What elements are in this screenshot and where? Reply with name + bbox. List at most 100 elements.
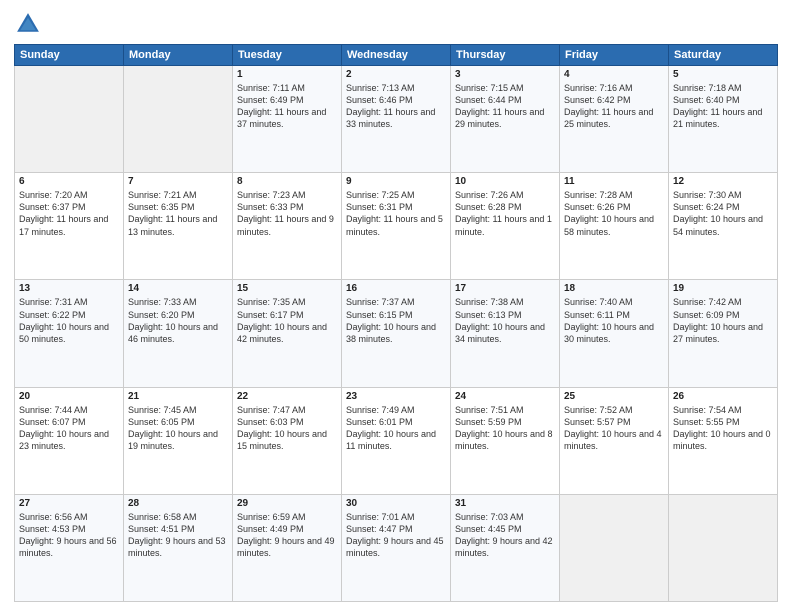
calendar-cell: 20 Sunrise: 7:44 AM Sunset: 6:07 PM Dayli… [15, 387, 124, 494]
day-number: 23 [346, 391, 446, 402]
cell-info: Sunrise: 7:44 AM Sunset: 6:07 PM Dayligh… [19, 404, 119, 453]
day-number: 12 [673, 176, 773, 187]
day-number: 20 [19, 391, 119, 402]
calendar-cell: 25 Sunrise: 7:52 AM Sunset: 5:57 PM Dayli… [560, 387, 669, 494]
calendar-week-row: 20 Sunrise: 7:44 AM Sunset: 6:07 PM Dayli… [15, 387, 778, 494]
cell-info: Sunrise: 7:28 AM Sunset: 6:26 PM Dayligh… [564, 189, 664, 238]
cell-info: Sunrise: 6:58 AM Sunset: 4:51 PM Dayligh… [128, 511, 228, 560]
day-number: 22 [237, 391, 337, 402]
calendar-cell: 26 Sunrise: 7:54 AM Sunset: 5:55 PM Dayli… [669, 387, 778, 494]
day-number: 11 [564, 176, 664, 187]
calendar-cell: 3 Sunrise: 7:15 AM Sunset: 6:44 PM Daylig… [451, 66, 560, 173]
page: SundayMondayTuesdayWednesdayThursdayFrid… [0, 0, 792, 612]
day-number: 9 [346, 176, 446, 187]
cell-info: Sunrise: 7:33 AM Sunset: 6:20 PM Dayligh… [128, 296, 228, 345]
cell-info: Sunrise: 7:51 AM Sunset: 5:59 PM Dayligh… [455, 404, 555, 453]
calendar-cell: 19Sunrise: 7:42 AM Sunset: 6:09 PM Dayli… [669, 280, 778, 387]
calendar-cell: 24 Sunrise: 7:51 AM Sunset: 5:59 PM Dayli… [451, 387, 560, 494]
calendar-cell: 2Sunrise: 7:13 AM Sunset: 6:46 PM Daylig… [342, 66, 451, 173]
calendar-cell [15, 66, 124, 173]
day-number: 30 [346, 498, 446, 509]
calendar-cell: 16 Sunrise: 7:37 AM Sunset: 6:15 PM Dayli… [342, 280, 451, 387]
calendar-week-row: 6Sunrise: 7:20 AM Sunset: 6:37 PM Daylig… [15, 173, 778, 280]
day-number: 14 [128, 283, 228, 294]
cell-info: Sunrise: 7:21 AM Sunset: 6:35 PM Dayligh… [128, 189, 228, 238]
cell-info: Sunrise: 7:03 AM Sunset: 4:45 PM Dayligh… [455, 511, 555, 560]
day-number: 7 [128, 176, 228, 187]
calendar-week-row: 27Sunrise: 6:56 AM Sunset: 4:53 PM Dayli… [15, 494, 778, 601]
day-number: 16 [346, 283, 446, 294]
weekday-header-thursday: Thursday [451, 45, 560, 66]
cell-info: Sunrise: 7:35 AM Sunset: 6:17 PM Dayligh… [237, 296, 337, 345]
calendar-cell: 12 Sunrise: 7:30 AM Sunset: 6:24 PM Dayli… [669, 173, 778, 280]
day-number: 21 [128, 391, 228, 402]
cell-info: Sunrise: 7:30 AM Sunset: 6:24 PM Dayligh… [673, 189, 773, 238]
day-number: 29 [237, 498, 337, 509]
day-number: 18 [564, 283, 664, 294]
day-number: 26 [673, 391, 773, 402]
cell-info: Sunrise: 7:52 AM Sunset: 5:57 PM Dayligh… [564, 404, 664, 453]
calendar-cell: 21 Sunrise: 7:45 AM Sunset: 6:05 PM Dayli… [124, 387, 233, 494]
day-number: 17 [455, 283, 555, 294]
day-number: 5 [673, 69, 773, 80]
calendar-cell: 14 Sunrise: 7:33 AM Sunset: 6:20 PM Dayli… [124, 280, 233, 387]
calendar-cell: 23 Sunrise: 7:49 AM Sunset: 6:01 PM Dayli… [342, 387, 451, 494]
calendar-cell: 4Sunrise: 7:16 AM Sunset: 6:42 PM Daylig… [560, 66, 669, 173]
cell-info: Sunrise: 7:38 AM Sunset: 6:13 PM Dayligh… [455, 296, 555, 345]
cell-info: Sunrise: 7:45 AM Sunset: 6:05 PM Dayligh… [128, 404, 228, 453]
day-number: 4 [564, 69, 664, 80]
calendar-cell: 6Sunrise: 7:20 AM Sunset: 6:37 PM Daylig… [15, 173, 124, 280]
day-number: 1 [237, 69, 337, 80]
day-number: 10 [455, 176, 555, 187]
day-number: 6 [19, 176, 119, 187]
calendar-cell: 8 Sunrise: 7:23 AM Sunset: 6:33 PM Daylig… [233, 173, 342, 280]
day-number: 31 [455, 498, 555, 509]
calendar-cell [560, 494, 669, 601]
calendar-cell: 11 Sunrise: 7:28 AM Sunset: 6:26 PM Dayli… [560, 173, 669, 280]
cell-info: Sunrise: 7:37 AM Sunset: 6:15 PM Dayligh… [346, 296, 446, 345]
cell-info: Sunrise: 7:01 AM Sunset: 4:47 PM Dayligh… [346, 511, 446, 560]
calendar-cell: 30 Sunrise: 7:01 AM Sunset: 4:47 PM Dayli… [342, 494, 451, 601]
calendar-week-row: 13Sunrise: 7:31 AM Sunset: 6:22 PM Dayli… [15, 280, 778, 387]
weekday-header-wednesday: Wednesday [342, 45, 451, 66]
cell-info: Sunrise: 7:11 AM Sunset: 6:49 PM Dayligh… [237, 82, 337, 131]
cell-info: Sunrise: 7:40 AM Sunset: 6:11 PM Dayligh… [564, 296, 664, 345]
header [14, 10, 778, 38]
calendar-cell [124, 66, 233, 173]
logo [14, 10, 46, 38]
cell-info: Sunrise: 7:47 AM Sunset: 6:03 PM Dayligh… [237, 404, 337, 453]
cell-info: Sunrise: 7:15 AM Sunset: 6:44 PM Dayligh… [455, 82, 555, 131]
cell-info: Sunrise: 7:49 AM Sunset: 6:01 PM Dayligh… [346, 404, 446, 453]
day-number: 25 [564, 391, 664, 402]
calendar-cell: 29 Sunrise: 6:59 AM Sunset: 4:49 PM Dayli… [233, 494, 342, 601]
calendar-cell: 17 Sunrise: 7:38 AM Sunset: 6:13 PM Dayli… [451, 280, 560, 387]
cell-info: Sunrise: 7:23 AM Sunset: 6:33 PM Dayligh… [237, 189, 337, 238]
day-number: 8 [237, 176, 337, 187]
calendar-cell: 9Sunrise: 7:25 AM Sunset: 6:31 PM Daylig… [342, 173, 451, 280]
calendar-cell [669, 494, 778, 601]
weekday-header-friday: Friday [560, 45, 669, 66]
cell-info: Sunrise: 7:54 AM Sunset: 5:55 PM Dayligh… [673, 404, 773, 453]
day-number: 2 [346, 69, 446, 80]
day-number: 27 [19, 498, 119, 509]
day-number: 15 [237, 283, 337, 294]
weekday-header-saturday: Saturday [669, 45, 778, 66]
day-number: 3 [455, 69, 555, 80]
weekday-header-monday: Monday [124, 45, 233, 66]
calendar-cell: 7 Sunrise: 7:21 AM Sunset: 6:35 PM Daylig… [124, 173, 233, 280]
calendar-cell: 10Sunrise: 7:26 AM Sunset: 6:28 PM Dayli… [451, 173, 560, 280]
calendar-cell: 15 Sunrise: 7:35 AM Sunset: 6:17 PM Dayli… [233, 280, 342, 387]
day-number: 24 [455, 391, 555, 402]
day-number: 13 [19, 283, 119, 294]
calendar-cell: 22 Sunrise: 7:47 AM Sunset: 6:03 PM Dayli… [233, 387, 342, 494]
calendar-table: SundayMondayTuesdayWednesdayThursdayFrid… [14, 44, 778, 602]
weekday-header-sunday: Sunday [15, 45, 124, 66]
cell-info: Sunrise: 6:59 AM Sunset: 4:49 PM Dayligh… [237, 511, 337, 560]
calendar-cell: 28 Sunrise: 6:58 AM Sunset: 4:51 PM Dayli… [124, 494, 233, 601]
day-number: 28 [128, 498, 228, 509]
calendar-cell: 1 Sunrise: 7:11 AM Sunset: 6:49 PM Daylig… [233, 66, 342, 173]
weekday-header-row: SundayMondayTuesdayWednesdayThursdayFrid… [15, 45, 778, 66]
cell-info: Sunrise: 7:18 AM Sunset: 6:40 PM Dayligh… [673, 82, 773, 131]
calendar-cell: 13Sunrise: 7:31 AM Sunset: 6:22 PM Dayli… [15, 280, 124, 387]
calendar-week-row: 1 Sunrise: 7:11 AM Sunset: 6:49 PM Daylig… [15, 66, 778, 173]
